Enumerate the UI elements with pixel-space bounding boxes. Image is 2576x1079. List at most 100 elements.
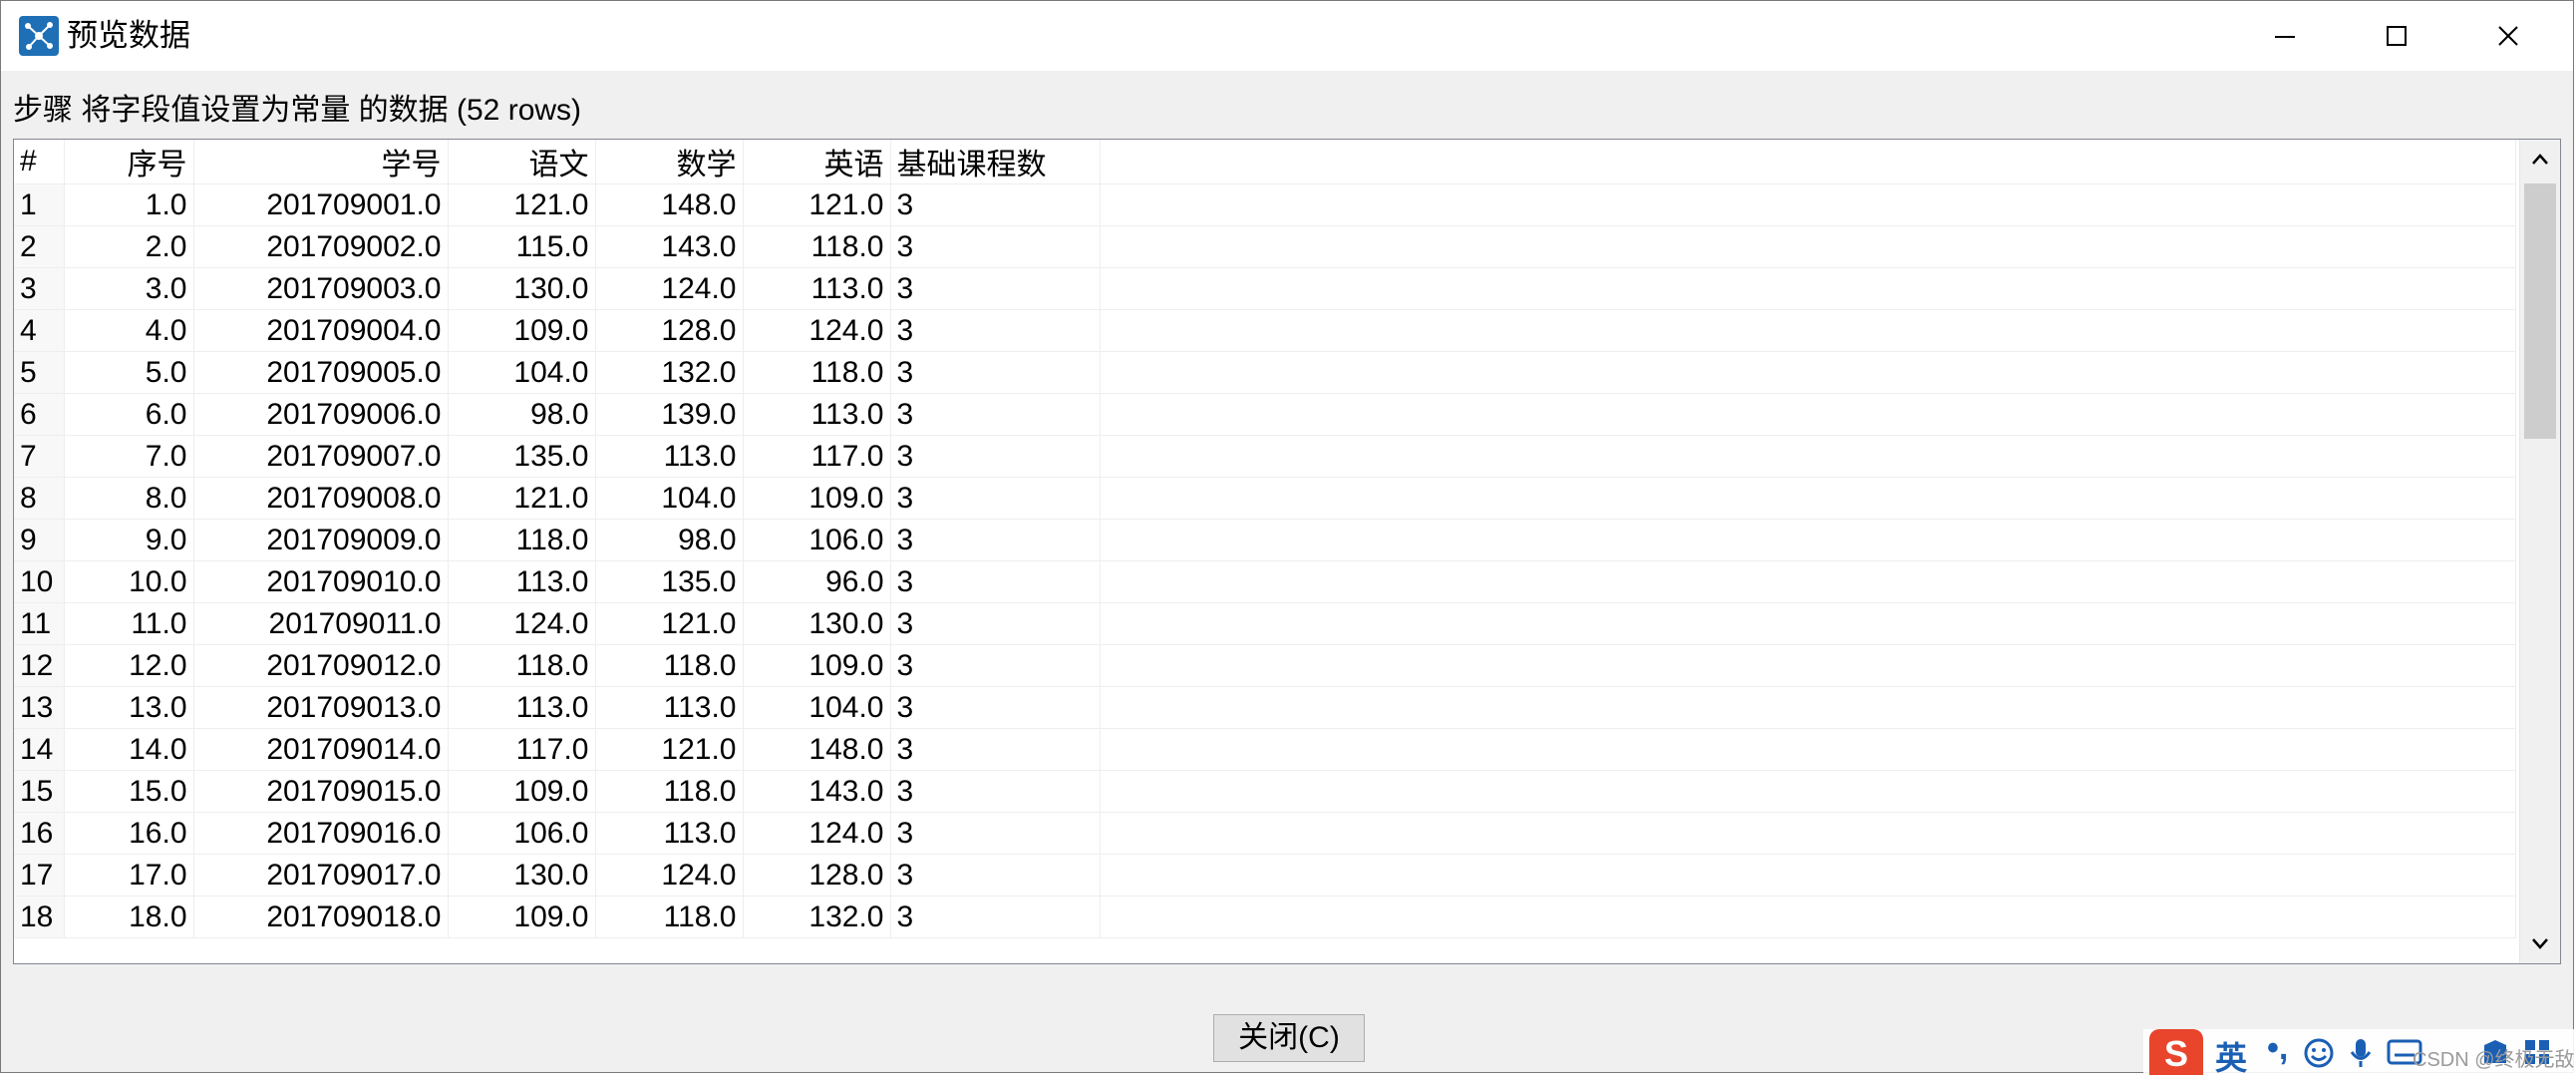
- table-cell[interactable]: 201709007.0: [193, 435, 449, 478]
- table-cell[interactable]: 118.0: [448, 644, 596, 687]
- table-cell[interactable]: 201709009.0: [193, 519, 449, 561]
- table-cell[interactable]: 148.0: [595, 183, 744, 226]
- ime-punctuation-toggle[interactable]: •,: [2267, 1029, 2288, 1068]
- row-number-cell[interactable]: 3: [14, 267, 65, 310]
- table-cell[interactable]: 201709017.0: [193, 854, 449, 897]
- row-number-cell[interactable]: 6: [14, 393, 65, 436]
- microphone-icon[interactable]: [2347, 1037, 2375, 1069]
- column-header-english[interactable]: 英语: [743, 140, 891, 184]
- table-cell[interactable]: 113.0: [448, 686, 596, 729]
- table-cell[interactable]: 113.0: [448, 560, 596, 603]
- table-cell[interactable]: 113.0: [595, 435, 744, 478]
- sogou-logo[interactable]: S: [2149, 1029, 2203, 1075]
- table-cell[interactable]: 201709003.0: [193, 267, 449, 310]
- table-row[interactable]: 13 13.0 201709013.0 113.0 113.0 104.0 3: [14, 686, 2516, 729]
- table-cell[interactable]: 5.0: [64, 351, 194, 394]
- table-cell[interactable]: 121.0: [595, 728, 744, 771]
- row-number-cell[interactable]: 14: [14, 728, 65, 771]
- table-cell[interactable]: 104.0: [595, 477, 744, 520]
- table-cell[interactable]: 113.0: [595, 686, 744, 729]
- table-row[interactable]: 6 6.0 201709006.0 98.0 139.0 113.0 3: [14, 393, 2516, 436]
- table-cell[interactable]: 9.0: [64, 519, 194, 561]
- row-number-cell[interactable]: 17: [14, 854, 65, 897]
- table-row[interactable]: 5 5.0 201709005.0 104.0 132.0 118.0 3: [14, 351, 2516, 394]
- row-number-cell[interactable]: 15: [14, 770, 65, 813]
- table-cell[interactable]: 201709006.0: [193, 393, 449, 436]
- data-grid[interactable]: # 序号 学号 语文 数学 英语 基础课程数 1 1.0 201709001.0 12…: [13, 139, 2561, 964]
- table-cell[interactable]: 130.0: [448, 854, 596, 897]
- table-cell[interactable]: 132.0: [743, 896, 891, 938]
- table-row[interactable]: 10 10.0 201709010.0 113.0 135.0 96.0 3: [14, 560, 2516, 603]
- minimize-button[interactable]: [2230, 1, 2340, 71]
- column-header-seq[interactable]: 序号: [64, 140, 194, 184]
- row-number-cell[interactable]: 18: [14, 896, 65, 938]
- table-cell[interactable]: 121.0: [743, 183, 891, 226]
- column-header-math[interactable]: 数学: [595, 140, 744, 184]
- table-cell[interactable]: 117.0: [743, 435, 891, 478]
- table-cell[interactable]: 3.0: [64, 267, 194, 310]
- row-number-cell[interactable]: 13: [14, 686, 65, 729]
- table-cell[interactable]: 201709013.0: [193, 686, 449, 729]
- row-number-cell[interactable]: 11: [14, 602, 65, 645]
- table-cell[interactable]: 109.0: [743, 644, 891, 687]
- table-cell[interactable]: 3: [890, 477, 1101, 520]
- table-cell[interactable]: 14.0: [64, 728, 194, 771]
- table-cell[interactable]: 3: [890, 602, 1101, 645]
- row-number-cell[interactable]: 5: [14, 351, 65, 394]
- table-cell[interactable]: 18.0: [64, 896, 194, 938]
- table-cell[interactable]: 113.0: [743, 393, 891, 436]
- table-cell[interactable]: 109.0: [743, 477, 891, 520]
- table-cell[interactable]: 201709018.0: [193, 896, 449, 938]
- row-number-cell[interactable]: 4: [14, 309, 65, 352]
- table-cell[interactable]: 143.0: [595, 225, 744, 268]
- table-cell[interactable]: 132.0: [595, 351, 744, 394]
- table-cell[interactable]: 124.0: [448, 602, 596, 645]
- table-cell[interactable]: 17.0: [64, 854, 194, 897]
- column-header-chinese[interactable]: 语文: [448, 140, 596, 184]
- table-cell[interactable]: 124.0: [595, 267, 744, 310]
- table-cell[interactable]: 118.0: [743, 225, 891, 268]
- table-cell[interactable]: 3: [890, 686, 1101, 729]
- table-cell[interactable]: 6.0: [64, 393, 194, 436]
- table-cell[interactable]: 113.0: [743, 267, 891, 310]
- table-cell[interactable]: 104.0: [448, 351, 596, 394]
- table-cell[interactable]: 98.0: [595, 519, 744, 561]
- table-cell[interactable]: 109.0: [448, 770, 596, 813]
- scroll-down-button[interactable]: [2520, 923, 2560, 963]
- table-cell[interactable]: 3: [890, 393, 1101, 436]
- table-cell[interactable]: 4.0: [64, 309, 194, 352]
- table-row[interactable]: 12 12.0 201709012.0 118.0 118.0 109.0 3: [14, 644, 2516, 687]
- row-number-cell[interactable]: 12: [14, 644, 65, 687]
- table-cell[interactable]: 124.0: [743, 309, 891, 352]
- row-number-cell[interactable]: 2: [14, 225, 65, 268]
- table-cell[interactable]: 128.0: [743, 854, 891, 897]
- table-cell[interactable]: 109.0: [448, 896, 596, 938]
- table-cell[interactable]: 118.0: [743, 351, 891, 394]
- table-cell[interactable]: 118.0: [595, 770, 744, 813]
- table-row[interactable]: 4 4.0 201709004.0 109.0 128.0 124.0 3: [14, 309, 2516, 352]
- ime-language-toggle[interactable]: 英: [2215, 1033, 2247, 1079]
- table-cell[interactable]: 201709010.0: [193, 560, 449, 603]
- table-cell[interactable]: 201709005.0: [193, 351, 449, 394]
- table-cell[interactable]: 15.0: [64, 770, 194, 813]
- table-cell[interactable]: 201709002.0: [193, 225, 449, 268]
- row-number-cell[interactable]: 8: [14, 477, 65, 520]
- title-bar[interactable]: 预览数据: [1, 1, 2573, 71]
- table-cell[interactable]: 201709016.0: [193, 812, 449, 855]
- table-row[interactable]: 11 11.0 201709011.0 124.0 121.0 130.0 3: [14, 602, 2516, 645]
- table-cell[interactable]: 124.0: [743, 812, 891, 855]
- table-cell[interactable]: 201709001.0: [193, 183, 449, 226]
- table-cell[interactable]: 12.0: [64, 644, 194, 687]
- row-number-cell[interactable]: 7: [14, 435, 65, 478]
- table-cell[interactable]: 135.0: [448, 435, 596, 478]
- emoji-icon[interactable]: [2303, 1037, 2335, 1069]
- table-cell[interactable]: 3: [890, 770, 1101, 813]
- table-cell[interactable]: 2.0: [64, 225, 194, 268]
- table-cell[interactable]: 3: [890, 644, 1101, 687]
- table-row[interactable]: 3 3.0 201709003.0 130.0 124.0 113.0 3: [14, 267, 2516, 310]
- table-cell[interactable]: 3: [890, 896, 1101, 938]
- table-cell[interactable]: 3: [890, 225, 1101, 268]
- vertical-scrollbar[interactable]: [2519, 140, 2560, 963]
- table-cell[interactable]: 130.0: [743, 602, 891, 645]
- table-cell[interactable]: 10.0: [64, 560, 194, 603]
